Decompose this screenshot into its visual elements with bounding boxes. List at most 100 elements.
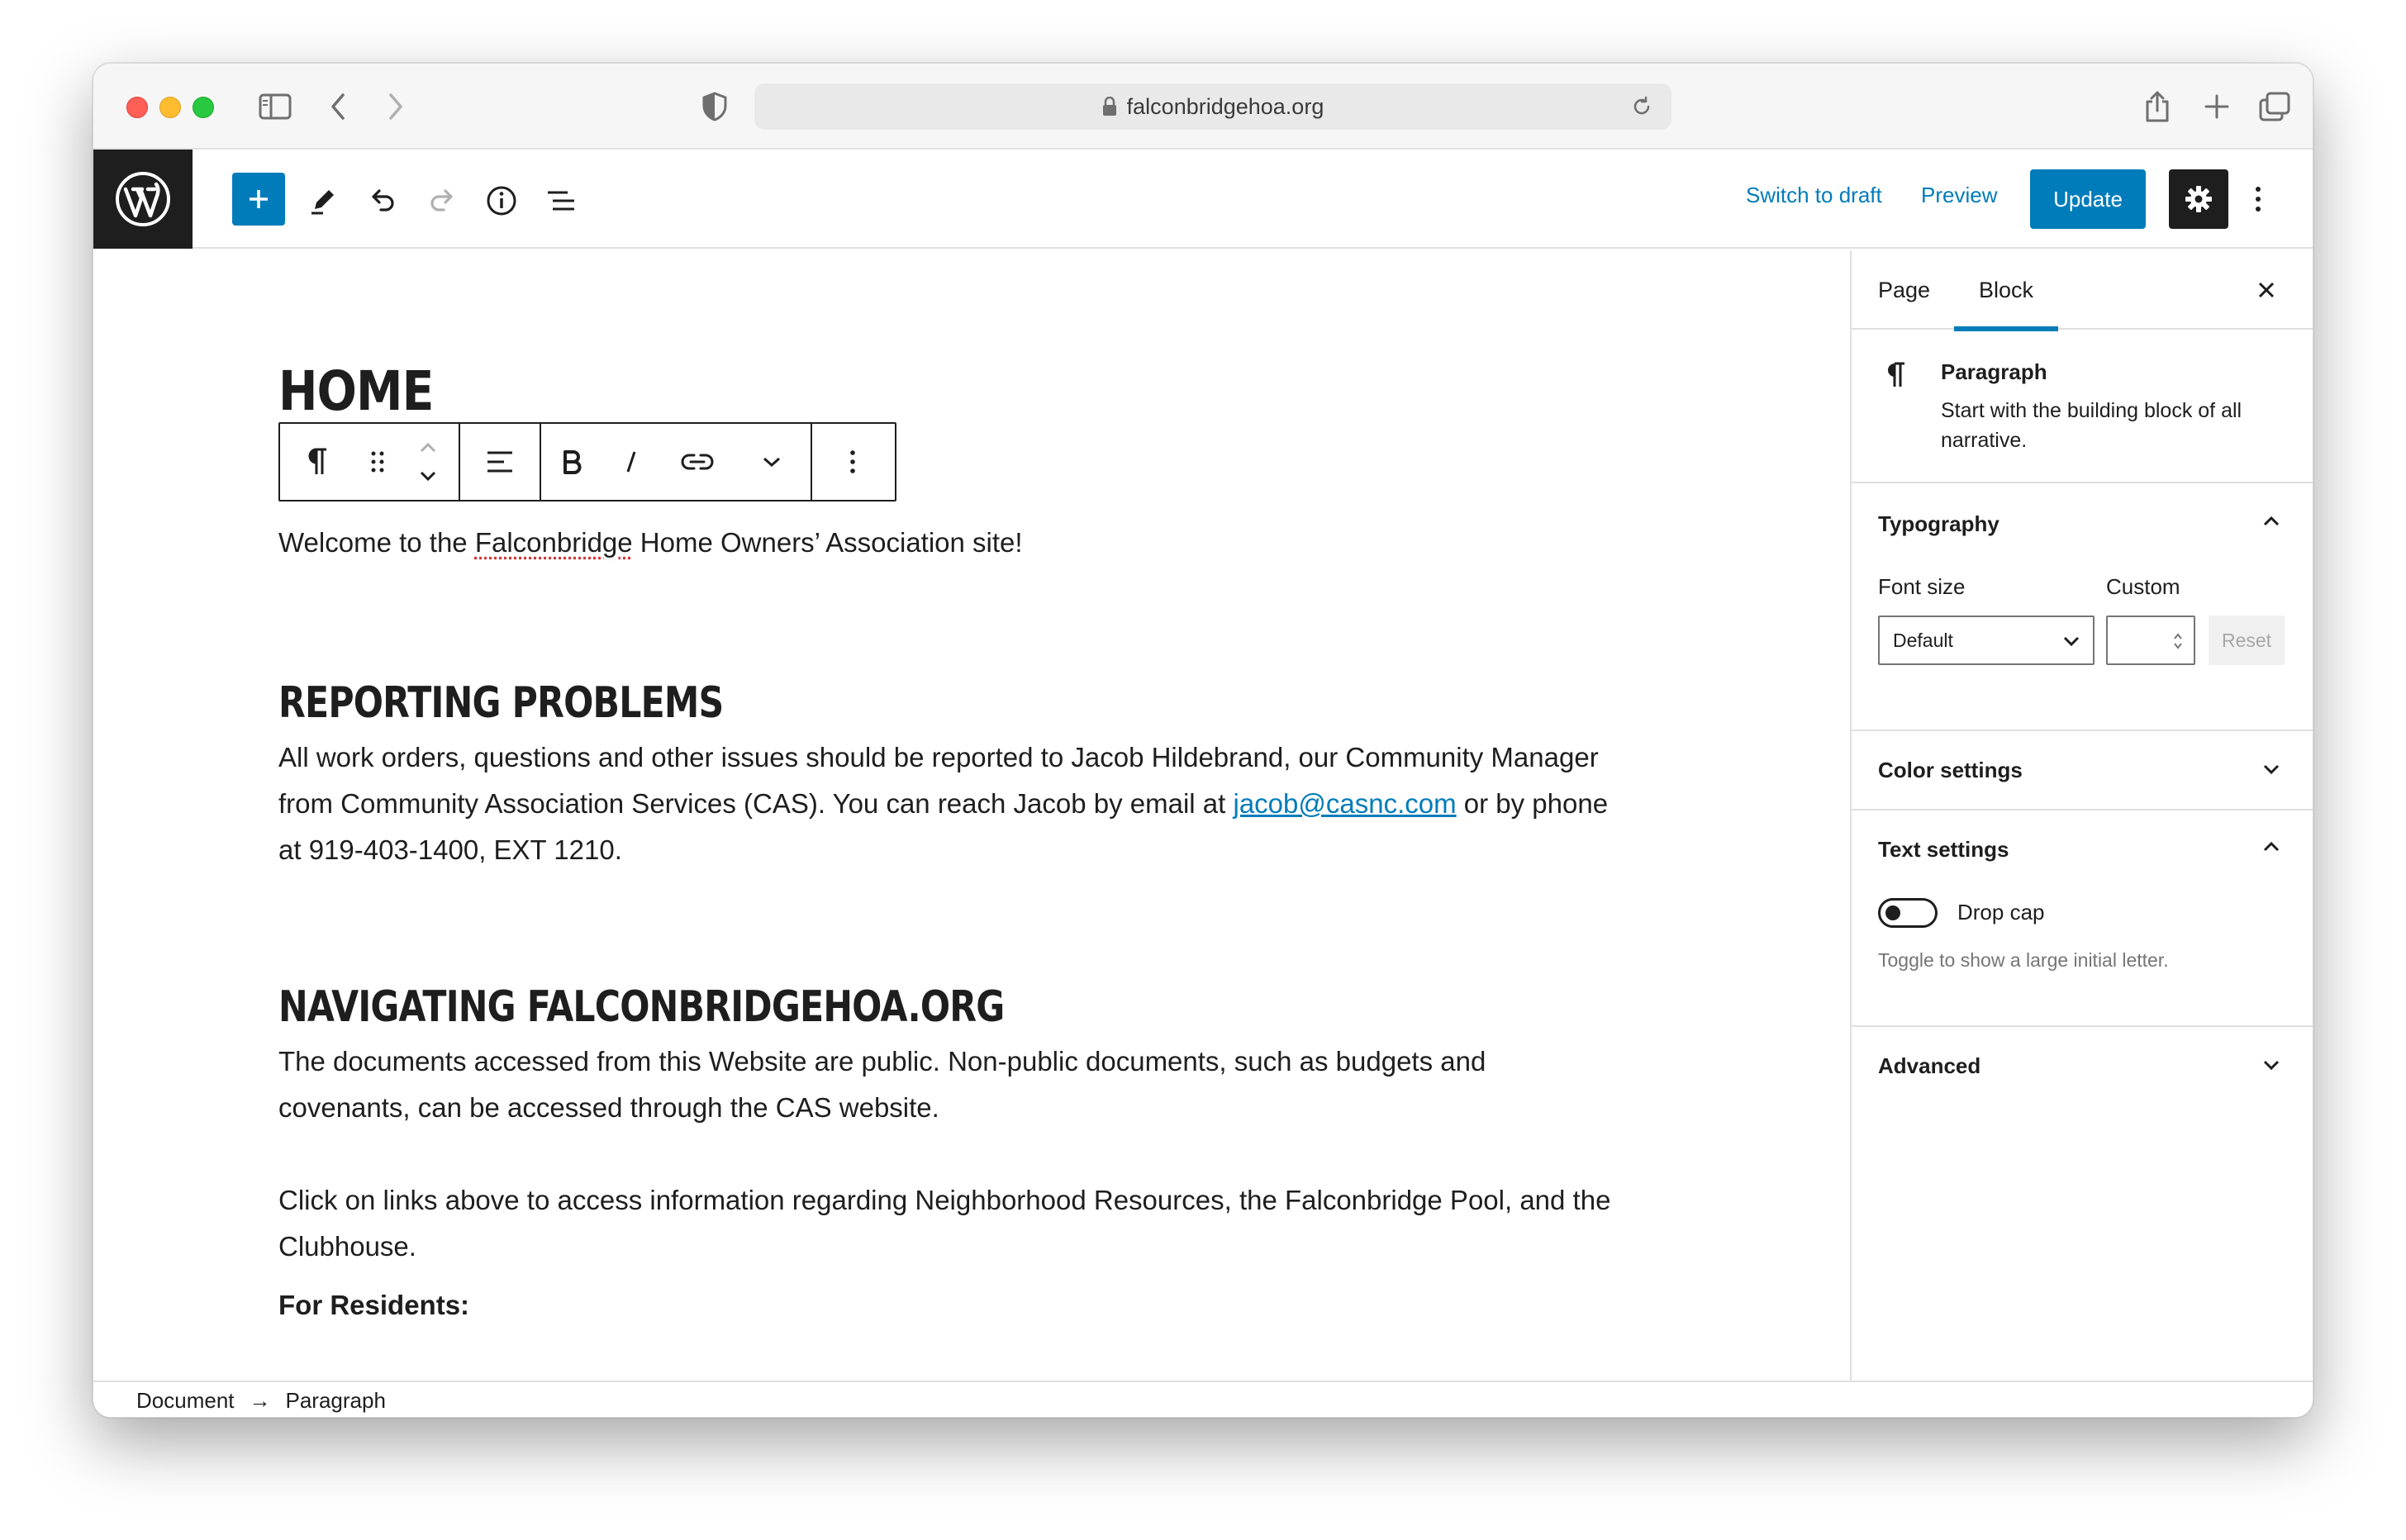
bold-button[interactable] (541, 424, 602, 500)
edit-tools-button[interactable] (297, 174, 349, 227)
welcome-paragraph[interactable]: Welcome to the Falconbridge Home Owners’… (278, 520, 1683, 566)
link-button[interactable] (660, 424, 735, 500)
sidebar-tabs: Page Block (1852, 250, 2313, 331)
block-switcher-group (280, 424, 460, 500)
wordpress-logo-icon[interactable] (93, 150, 193, 249)
redo-button[interactable] (416, 174, 468, 227)
drop-cap-toggle[interactable] (1878, 898, 1938, 928)
welcome-text-end: Home Owners’ Association site! (632, 527, 1023, 558)
more-vertical-icon (850, 450, 855, 473)
advanced-title[interactable]: Advanced (1878, 1053, 1980, 1079)
list-view-button[interactable] (535, 174, 587, 227)
block-toolbar (278, 422, 896, 501)
heading-navigating[interactable]: NAVIGATING FALCONBRIDGEHOA.ORG (278, 982, 1005, 1032)
font-size-select-value: Default (1893, 629, 1953, 651)
block-card-description: Start with the building block of all nar… (1941, 396, 2242, 455)
preview-button[interactable]: Preview (1921, 183, 1997, 208)
heading-reporting-problems[interactable]: REPORTING PROBLEMS (278, 678, 724, 728)
text-settings-title[interactable]: Text settings (1878, 837, 2009, 863)
bold-icon (563, 450, 582, 474)
color-settings-panel: Color settings (1852, 731, 2313, 810)
minimize-window-button[interactable] (159, 97, 181, 118)
navigating-line-1: The documents accessed from this Website… (278, 1046, 1486, 1077)
editor-header: Switch to draft Preview Update (93, 150, 2313, 249)
info-icon (487, 186, 516, 216)
add-block-button[interactable] (232, 173, 285, 226)
chevron-up-icon[interactable] (2261, 840, 2281, 858)
tab-overview-icon[interactable] (2256, 82, 2293, 131)
reload-icon[interactable] (1630, 95, 1653, 124)
editor-canvas[interactable]: HOME Welcome to the Falconbridge Home Ow… (93, 250, 1850, 1381)
navigating-line-2: covenants, can be accessed through the C… (278, 1092, 939, 1123)
share-icon[interactable] (2139, 82, 2175, 131)
close-sidebar-button[interactable] (2251, 275, 2281, 305)
tab-block[interactable]: Block (1954, 250, 2059, 331)
breadcrumb-document[interactable]: Document (136, 1388, 235, 1414)
for-residents-heading[interactable]: For Residents: (278, 1290, 469, 1321)
pilcrow-icon (1885, 361, 1906, 393)
color-settings-title[interactable]: Color settings (1878, 758, 2023, 783)
links-paragraph[interactable]: Click on links above to access informati… (278, 1177, 1683, 1270)
reporting-paragraph[interactable]: All work orders, questions and other iss… (278, 734, 1683, 873)
font-size-label: Font size (1878, 574, 1966, 599)
pencil-icon (311, 190, 334, 215)
back-icon[interactable] (321, 82, 354, 131)
privacy-shield-icon[interactable] (698, 82, 731, 131)
breadcrumb-paragraph[interactable]: Paragraph (286, 1388, 386, 1414)
chevron-down-icon[interactable] (418, 469, 438, 482)
sidebar-toggle-icon[interactable] (255, 82, 295, 131)
gear-icon (2185, 186, 2212, 212)
reporting-line-3: at 919-403-1400, EXT 1210. (278, 834, 622, 865)
new-tab-icon[interactable] (2199, 82, 2235, 131)
chevron-up-icon[interactable] (418, 441, 438, 454)
typography-panel-title[interactable]: Typography (1878, 511, 1999, 537)
chevron-down-icon (2061, 630, 2081, 653)
drag-handle[interactable] (354, 424, 401, 500)
align-button[interactable] (460, 424, 540, 500)
block-card: Paragraph Start with the building block … (1852, 330, 2313, 483)
undo-button[interactable] (356, 174, 409, 227)
navigating-paragraph[interactable]: The documents accessed from this Website… (278, 1039, 1683, 1131)
update-button[interactable]: Update (2030, 169, 2146, 229)
forward-icon[interactable] (379, 82, 412, 131)
link-icon (681, 454, 714, 470)
align-group (460, 424, 541, 500)
custom-size-label: Custom (2106, 574, 2180, 599)
misspelled-word[interactable]: Falconbridge (475, 527, 633, 558)
close-window-button[interactable] (126, 97, 148, 118)
chevron-up-icon[interactable] (2261, 515, 2281, 532)
drag-handle-icon (371, 451, 384, 473)
lock-icon (1102, 97, 1117, 116)
font-size-select[interactable]: Default (1878, 616, 2095, 665)
links-line-2: Clubhouse. (278, 1231, 416, 1262)
block-options-button[interactable] (812, 424, 893, 500)
details-button[interactable] (475, 174, 528, 227)
welcome-text-start: Welcome to the (278, 527, 475, 558)
chevron-down-icon[interactable] (2261, 763, 2281, 780)
align-left-icon (487, 451, 512, 473)
italic-button[interactable] (602, 424, 660, 500)
paragraph-type-button[interactable] (280, 424, 354, 500)
page-title[interactable]: HOME (278, 359, 434, 423)
reset-font-size-button[interactable]: Reset (2209, 616, 2285, 665)
settings-button[interactable] (2169, 169, 2228, 229)
undo-icon (372, 189, 394, 212)
switch-to-draft-button[interactable]: Switch to draft (1746, 183, 1882, 208)
url-text: falconbridgehoa.org (1126, 93, 1324, 119)
number-spinner-icon[interactable] (2172, 630, 2184, 656)
chevron-down-icon (763, 457, 780, 468)
tab-page[interactable]: Page (1878, 250, 1930, 330)
email-link[interactable]: jacob@casnc.com (1234, 788, 1457, 819)
links-line-1: Click on links above to access informati… (278, 1185, 1611, 1215)
address-bar[interactable]: falconbridgehoa.org (754, 83, 1671, 130)
custom-font-size-input[interactable] (2106, 616, 2195, 665)
options-menu-button[interactable] (2242, 176, 2275, 222)
reporting-line-2: from Community Association Services (CAS… (278, 781, 1683, 827)
block-desc-line-1: Start with the building block of all (1941, 399, 2242, 422)
chevron-down-icon[interactable] (2261, 1058, 2281, 1076)
settings-sidebar: Page Block Paragraph Start with the buil… (1850, 250, 2313, 1381)
more-formatting-button[interactable] (735, 424, 809, 500)
advanced-panel: Advanced (1852, 1027, 2313, 1106)
zoom-window-button[interactable] (193, 97, 214, 118)
drop-cap-label[interactable]: Drop cap (1957, 900, 2045, 925)
